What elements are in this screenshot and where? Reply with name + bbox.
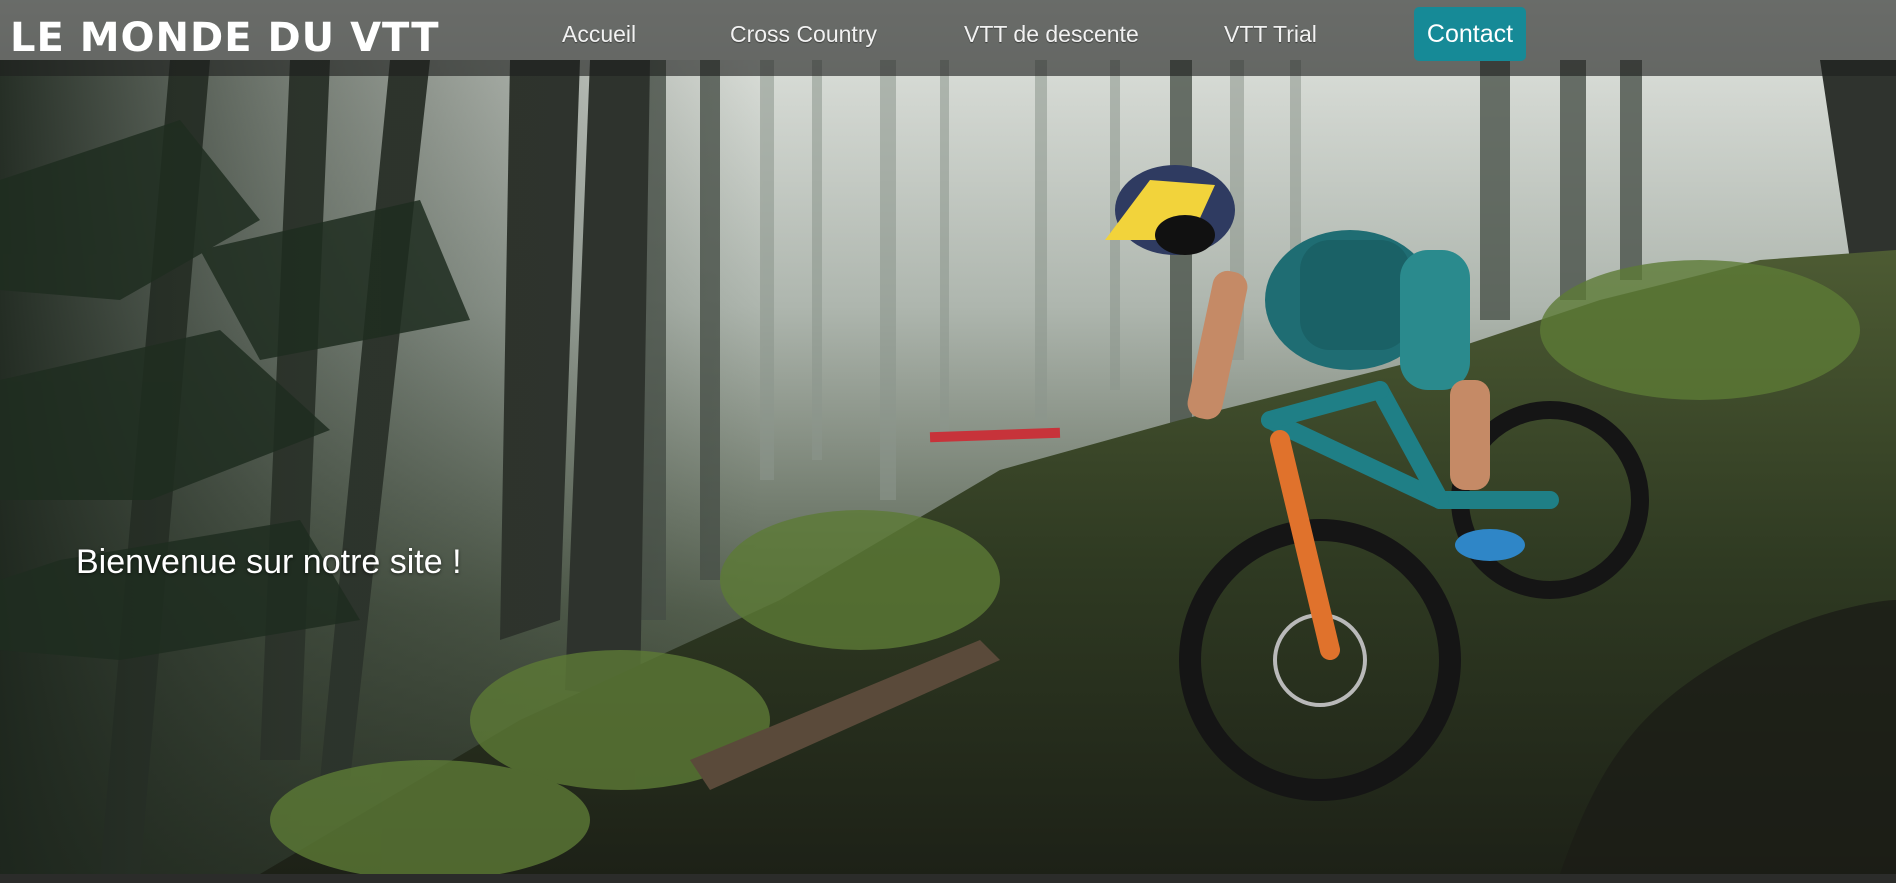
- hero-banner: LE MONDE DU VTT Accueil Cross Country VT…: [0, 0, 1896, 874]
- nav-link-cross-country[interactable]: Cross Country: [730, 18, 877, 50]
- top-navbar: LE MONDE DU VTT Accueil Cross Country VT…: [0, 0, 1896, 76]
- page-bottom-edge: [0, 874, 1896, 883]
- contact-button[interactable]: Contact: [1414, 7, 1526, 61]
- hero-forest-image: [0, 0, 1896, 874]
- site-logo-title[interactable]: LE MONDE DU VTT: [10, 14, 440, 62]
- nav-link-vtt-trial[interactable]: VTT Trial: [1224, 18, 1317, 50]
- nav-link-accueil[interactable]: Accueil: [562, 18, 636, 50]
- welcome-heading: Bienvenue sur notre site !: [76, 543, 462, 581]
- nav-link-vtt-de-descente[interactable]: VTT de descente: [964, 18, 1139, 50]
